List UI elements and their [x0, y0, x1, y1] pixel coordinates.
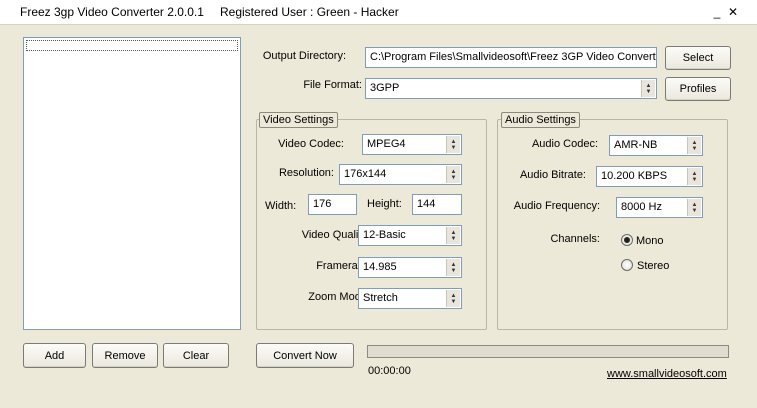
convert-now-label: Convert Now: [273, 349, 337, 362]
spinner-icon[interactable]: ▲ ▼: [446, 166, 460, 183]
clear-button-label: Clear: [182, 349, 210, 362]
spinner-icon[interactable]: ▲ ▼: [687, 199, 701, 216]
spinner-icon[interactable]: ▲ ▼: [687, 168, 701, 185]
select-button[interactable]: Select: [665, 46, 731, 70]
video-quality-label: Video Quality:: [301, 229, 370, 241]
height-field[interactable]: 144: [412, 194, 462, 215]
remove-button[interactable]: Remove: [92, 343, 158, 368]
spinner-icon[interactable]: ▲ ▼: [446, 136, 460, 153]
convert-now-button[interactable]: Convert Now: [256, 343, 354, 368]
zoom-mode-label: Zoom Mode:: [308, 291, 370, 303]
framerate-label: Framerate:: [316, 260, 370, 272]
clear-button[interactable]: Clear: [163, 343, 229, 368]
stereo-radio[interactable]: [621, 259, 633, 271]
resolution-select[interactable]: 176x144 ▲ ▼: [339, 164, 462, 185]
file-list[interactable]: [23, 37, 241, 330]
audio-codec-value: AMR-NB: [614, 139, 658, 151]
remove-button-label: Remove: [104, 349, 146, 362]
audio-frequency-value: 8000 Hz: [621, 201, 662, 213]
framerate-select[interactable]: 14.985 ▲ ▼: [358, 257, 462, 278]
channels-label: Channels:: [550, 233, 600, 245]
file-list-focus-row: [26, 40, 238, 51]
registered-user: Registered User : Green - Hacker: [220, 5, 399, 19]
video-codec-label: Video Codec:: [278, 138, 344, 150]
mono-radio[interactable]: [621, 234, 633, 246]
width-field[interactable]: 176: [308, 194, 357, 215]
mono-label[interactable]: Mono: [636, 235, 664, 247]
audio-codec-label: Audio Codec:: [531, 138, 598, 150]
minimize-icon[interactable]: _: [710, 5, 724, 19]
profiles-button[interactable]: Profiles: [665, 77, 731, 101]
zoom-mode-value: Stretch: [363, 292, 398, 304]
close-icon[interactable]: ✕: [726, 5, 740, 19]
window-title: Freez 3gp Video Converter 2.0.0.1: [20, 5, 204, 19]
progress-bar: [367, 345, 729, 358]
output-directory-label: Output Directory:: [262, 50, 346, 62]
file-format-value: 3GPP: [370, 82, 400, 94]
height-label: Height:: [367, 198, 402, 210]
audio-bitrate-select[interactable]: 10.200 KBPS ▲ ▼: [596, 166, 703, 187]
spinner-icon[interactable]: ▲ ▼: [641, 80, 655, 97]
resolution-value: 176x144: [344, 168, 387, 180]
elapsed-time: 00:00:00: [368, 365, 411, 377]
add-button-label: Add: [44, 349, 65, 362]
video-settings-title: Video Settings: [259, 112, 338, 128]
resolution-label: Resolution:: [278, 167, 334, 179]
video-codec-select[interactable]: MPEG4 ▲ ▼: [362, 134, 462, 155]
video-quality-select[interactable]: 12-Basic ▲ ▼: [358, 225, 462, 246]
audio-settings-title: Audio Settings: [501, 112, 580, 128]
video-quality-value: 12-Basic: [363, 229, 406, 241]
audio-codec-select[interactable]: AMR-NB ▲ ▼: [609, 135, 703, 156]
stereo-label[interactable]: Stereo: [637, 260, 669, 272]
website-link[interactable]: www.smallvideosoft.com: [607, 368, 727, 380]
output-directory-field[interactable]: C:\Program Files\Smallvideosoft\Freez 3G…: [365, 47, 657, 68]
spinner-icon[interactable]: ▲ ▼: [687, 137, 701, 154]
add-button[interactable]: Add: [23, 343, 86, 368]
audio-bitrate-value: 10.200 KBPS: [601, 170, 668, 182]
title-bar: Freez 3gp Video Converter 2.0.0.1 Regist…: [0, 0, 757, 25]
video-codec-value: MPEG4: [367, 138, 406, 150]
audio-frequency-select[interactable]: 8000 Hz ▲ ▼: [616, 197, 703, 218]
spinner-icon[interactable]: ▲ ▼: [446, 259, 460, 276]
profiles-button-label: Profiles: [679, 83, 717, 95]
width-label: Width:: [265, 200, 297, 212]
audio-frequency-label: Audio Frequency:: [513, 200, 600, 212]
framerate-value: 14.985: [363, 261, 397, 273]
file-format-select[interactable]: 3GPP ▲ ▼: [365, 78, 657, 99]
spinner-icon[interactable]: ▲ ▼: [446, 290, 460, 307]
select-button-label: Select: [682, 52, 714, 64]
zoom-mode-select[interactable]: Stretch ▲ ▼: [358, 288, 462, 309]
audio-bitrate-label: Audio Bitrate:: [519, 169, 586, 181]
file-format-label: File Format:: [303, 79, 362, 91]
spinner-icon[interactable]: ▲ ▼: [446, 227, 460, 244]
